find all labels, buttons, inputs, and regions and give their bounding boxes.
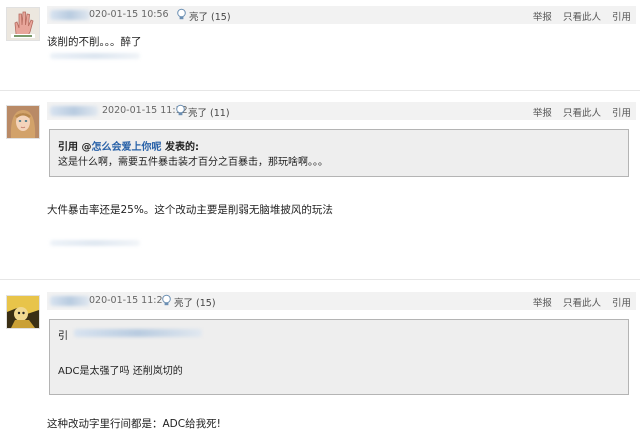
like-count: (15)	[211, 12, 231, 23]
post-header: 020-01-15 11:26 亮了 (15) 举报 只看此人 引用	[47, 292, 636, 310]
like-label: 亮了	[188, 108, 208, 119]
quote-text: 这是什么啊，需要五件暴击装才百分之百暴击，那玩啥啊。。。	[58, 157, 328, 168]
quote-header: 引用 @怎么会爱上你呢 发表的:	[58, 142, 199, 153]
divider	[0, 279, 640, 280]
quoted-author-link[interactable]: 怎么会爱上你呢	[91, 142, 161, 153]
quote-link[interactable]: 引用	[612, 298, 631, 309]
quote-link[interactable]: 引用	[612, 12, 631, 23]
blurred-username	[50, 106, 98, 116]
post-actions: 举报 只看此人 引用	[525, 9, 631, 23]
lightbulb-icon[interactable]	[175, 8, 188, 21]
blurred-quote-author	[74, 329, 202, 337]
post-timestamp: 020-01-15 11:26	[89, 295, 169, 306]
like-count: (15)	[196, 298, 216, 309]
quote-text: ADC是太强了吗 还削岚切的	[58, 366, 183, 377]
blurred-signature	[50, 240, 140, 246]
post-content: 这种改动字里行间都是：ADC给我死!	[47, 418, 221, 430]
only-this-user-link[interactable]: 只看此人	[563, 298, 601, 309]
avatar-cartoon-icon[interactable]	[6, 295, 40, 329]
lightbulb-icon[interactable]	[160, 294, 173, 307]
quote-header: 引	[58, 331, 68, 342]
like-count: (11)	[210, 108, 230, 119]
like-button[interactable]: 亮了 (11)	[188, 105, 230, 119]
post-timestamp: 020-01-15 10:56	[89, 9, 169, 20]
avatar-hand-icon[interactable]	[6, 7, 40, 41]
report-link[interactable]: 举报	[533, 298, 552, 309]
only-this-user-link[interactable]: 只看此人	[563, 108, 601, 119]
like-label: 亮了	[174, 298, 194, 309]
quoted-post: 引 ADC是太强了吗 还削岚切的	[49, 319, 629, 395]
post-actions: 举报 只看此人 引用	[525, 295, 631, 309]
quoted-post: 引用 @怎么会爱上你呢 发表的: 这是什么啊，需要五件暴击装才百分之百暴击，那玩…	[49, 129, 629, 177]
post-header: 020-01-15 10:56 亮了 (15) 举报 只看此人 引用	[47, 6, 636, 24]
quote-link[interactable]: 引用	[612, 108, 631, 119]
report-link[interactable]: 举报	[533, 12, 552, 23]
blurred-signature	[50, 53, 140, 59]
like-label: 亮了	[189, 12, 209, 23]
post-content: 大件暴击率还是25%。这个改动主要是削弱无脑堆披风的玩法	[47, 204, 333, 216]
avatar-girl-icon[interactable]	[6, 105, 40, 139]
blurred-username	[50, 296, 90, 306]
divider	[0, 90, 640, 91]
post-header: 2020-01-15 11:12 亮了 (11) 举报 只看此人 引用	[47, 102, 636, 120]
like-button[interactable]: 亮了 (15)	[189, 9, 231, 23]
post-content: 该削的不削。。。醉了	[47, 36, 142, 48]
lightbulb-icon[interactable]	[174, 104, 187, 117]
like-button[interactable]: 亮了 (15)	[174, 295, 216, 309]
post-actions: 举报 只看此人 引用	[525, 105, 631, 119]
only-this-user-link[interactable]: 只看此人	[563, 12, 601, 23]
report-link[interactable]: 举报	[533, 108, 552, 119]
blurred-username	[50, 10, 90, 20]
